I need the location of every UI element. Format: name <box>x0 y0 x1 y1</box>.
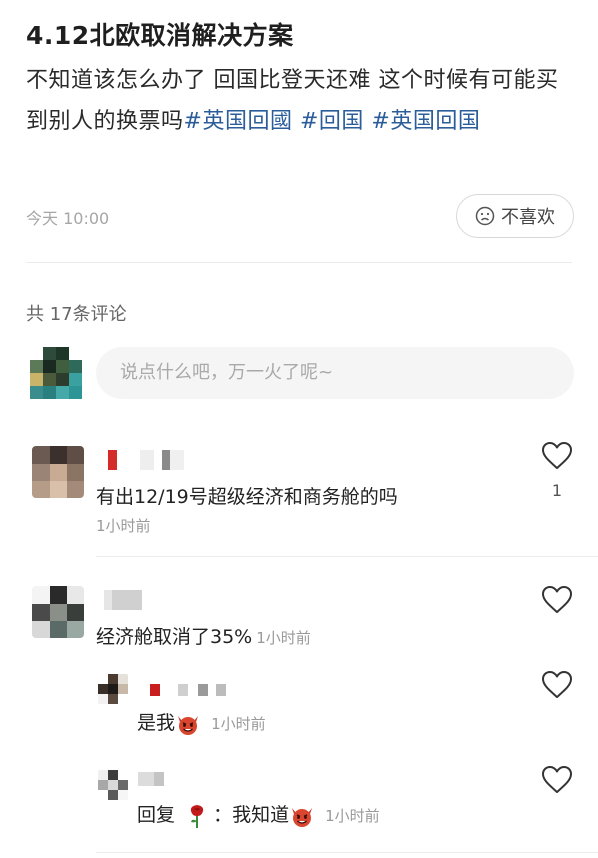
hashtag-link[interactable]: #回国 <box>300 109 364 134</box>
reply-text-content: 我知道 <box>232 804 290 826</box>
divider <box>26 262 572 263</box>
avatar <box>32 446 84 498</box>
avatar <box>32 586 84 638</box>
comment-timestamp: 1小时前 <box>256 629 311 647</box>
hashtag-link[interactable]: #英国回國 <box>184 109 293 134</box>
avatar <box>30 347 82 399</box>
divider <box>96 556 598 557</box>
reply-timestamp: 1小时前 <box>211 715 266 733</box>
username-blurred[interactable] <box>138 770 178 790</box>
heart-icon[interactable] <box>541 765 573 795</box>
comment-count: 共 17条评论 <box>26 304 127 325</box>
reply-text: 是我 1小时前 <box>137 708 266 736</box>
username-blurred[interactable] <box>146 680 230 700</box>
comment-text: 经济舱取消了35% 1小时前 <box>96 622 311 649</box>
post-timestamp: 今天 10:00 <box>26 209 110 228</box>
heart-icon[interactable] <box>541 670 573 700</box>
username-blurred[interactable] <box>100 590 150 610</box>
reply-text-content: 是我 <box>137 712 176 734</box>
reply-colon: ： <box>213 804 233 826</box>
post-title: 4.12北欧取消解决方案 <box>26 21 294 50</box>
post-body: 不知道该怎么办了 回国比登天还难 这个时候有可能买到别人的换票吗#英国回國 #回… <box>26 60 578 142</box>
heart-icon[interactable] <box>541 441 573 471</box>
comment-timestamp: 1小时前 <box>96 517 151 535</box>
avatar <box>98 770 128 800</box>
devil-emoji-icon <box>292 807 313 827</box>
devil-emoji-icon <box>178 715 199 735</box>
rose-emoji-icon <box>190 804 204 828</box>
dislike-button[interactable]: 不喜欢 <box>456 194 574 238</box>
reply-text: 回复 ：我知道 1小时前 <box>137 800 380 829</box>
divider <box>96 852 598 853</box>
heart-icon[interactable] <box>541 585 573 615</box>
dislike-label: 不喜欢 <box>501 207 555 228</box>
frown-face-icon <box>475 206 495 226</box>
comment-input[interactable]: 说点什么吧，万一火了呢~ <box>96 347 574 399</box>
reply-timestamp: 1小时前 <box>325 807 380 825</box>
hashtag-link[interactable]: #英国回国 <box>371 109 480 134</box>
comment-text-content: 经济舱取消了35% <box>96 626 253 648</box>
comment-text: 有出12/19号超级经济和商务舱的吗 <box>96 486 398 508</box>
username-blurred[interactable] <box>100 450 190 470</box>
like-count: 1 <box>551 481 563 500</box>
avatar <box>98 674 128 704</box>
reply-prefix: 回复 <box>137 804 176 826</box>
